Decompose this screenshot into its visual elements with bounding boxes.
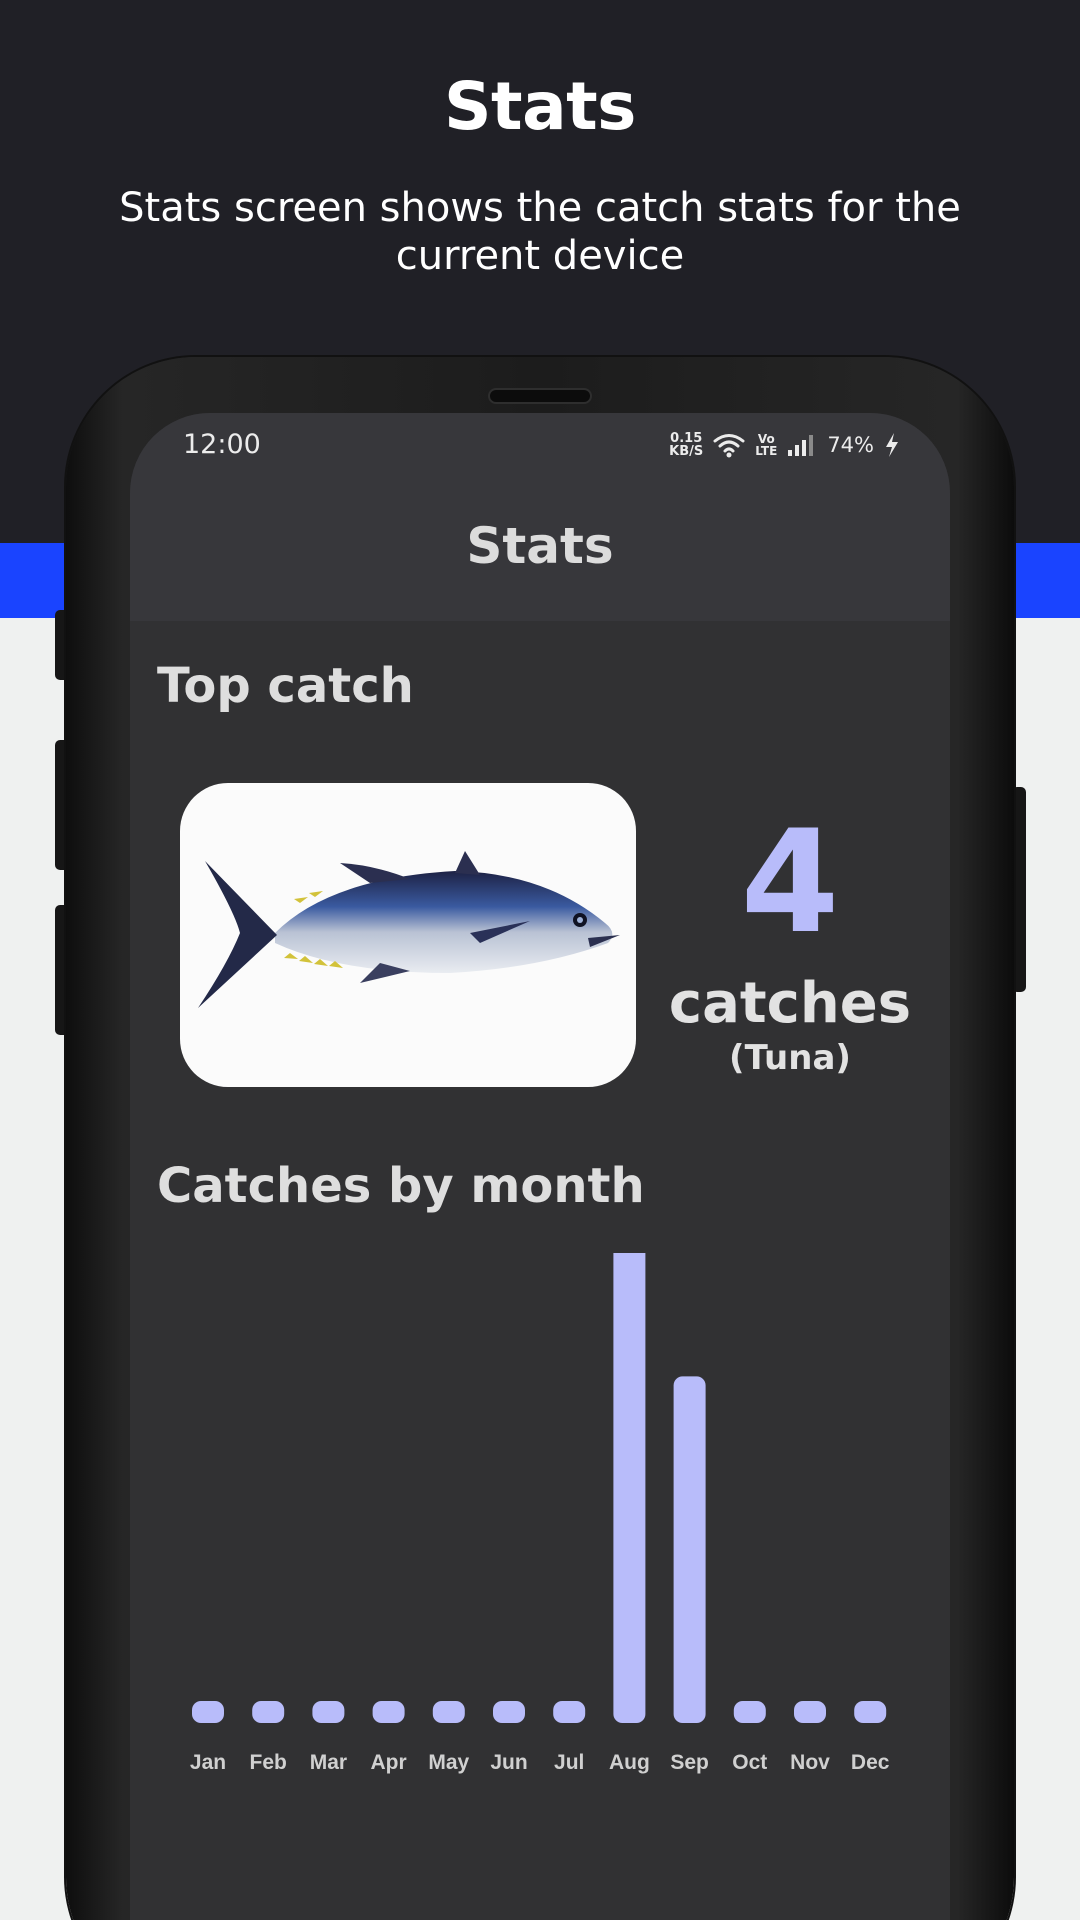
tuna-fish-image xyxy=(198,851,620,1008)
phone-power-button xyxy=(1012,787,1026,992)
month-label-feb: Feb xyxy=(250,1751,287,1774)
signal-icon xyxy=(788,435,814,456)
month-label-mar: Mar xyxy=(310,1751,347,1774)
network-speed: 0.15 KB/S xyxy=(669,432,703,458)
battery-percentage: 74% xyxy=(827,433,874,457)
app-bar-title: Stats xyxy=(466,517,614,575)
bar-dec xyxy=(854,1701,887,1723)
top-catch-species: (Tuna) xyxy=(729,1038,851,1078)
bar-aug xyxy=(613,1253,646,1723)
month-label-may: May xyxy=(428,1751,469,1774)
catches-by-month-heading: Catches by month xyxy=(157,1158,645,1214)
top-catch-count-label: catches xyxy=(668,971,912,1036)
app-bar: Stats xyxy=(130,477,950,621)
top-catch-image-card[interactable] xyxy=(180,783,636,1087)
month-label-sep: Sep xyxy=(670,1751,709,1774)
bar-jun xyxy=(493,1701,525,1723)
top-catch-count: 4 xyxy=(740,800,840,965)
bar-apr xyxy=(372,1701,405,1723)
month-label-jan: Jan xyxy=(190,1751,226,1774)
month-label-apr: Apr xyxy=(371,1751,407,1774)
bar-mar xyxy=(312,1701,345,1723)
promo-title: Stats xyxy=(444,68,636,145)
bar-oct xyxy=(733,1701,766,1723)
status-icons: 0.15 KB/S Vo LTE 74% xyxy=(669,425,900,465)
bar-jan xyxy=(192,1701,224,1723)
month-label-dec: Dec xyxy=(851,1751,890,1774)
catches-by-month-chart: Jan Feb Mar Apr May Jun Jul Aug Sep Oct Nov Dec xyxy=(190,1253,890,1774)
bar-may xyxy=(432,1701,465,1723)
wifi-icon xyxy=(713,434,745,458)
status-bar: 12:00 0.15 KB/S Vo LTE 74% xyxy=(130,413,950,477)
charging-bolt-icon xyxy=(886,433,898,457)
month-label-jul: Jul xyxy=(554,1751,584,1774)
top-catch-heading: Top catch xyxy=(157,658,414,714)
month-label-oct: Oct xyxy=(732,1751,767,1774)
month-label-nov: Nov xyxy=(790,1751,830,1774)
bar-sep xyxy=(673,1376,706,1723)
volte-indicator: Vo LTE xyxy=(755,433,777,457)
bar-nov xyxy=(794,1701,826,1723)
bar-jul xyxy=(553,1701,586,1723)
bar-feb xyxy=(252,1701,285,1723)
phone-speaker xyxy=(488,388,592,404)
month-label-jun: Jun xyxy=(490,1751,527,1774)
month-label-aug: Aug xyxy=(609,1751,650,1774)
promo-subtitle: Stats screen shows the catch stats for t… xyxy=(119,185,961,279)
phone-screen: 12:00 0.15 KB/S Vo LTE 74% Stats Top cat… xyxy=(130,413,950,1920)
network-speed-unit: KB/S xyxy=(669,444,704,459)
volte-bottom-text: LTE xyxy=(755,444,778,458)
status-time: 12:00 xyxy=(183,429,261,460)
